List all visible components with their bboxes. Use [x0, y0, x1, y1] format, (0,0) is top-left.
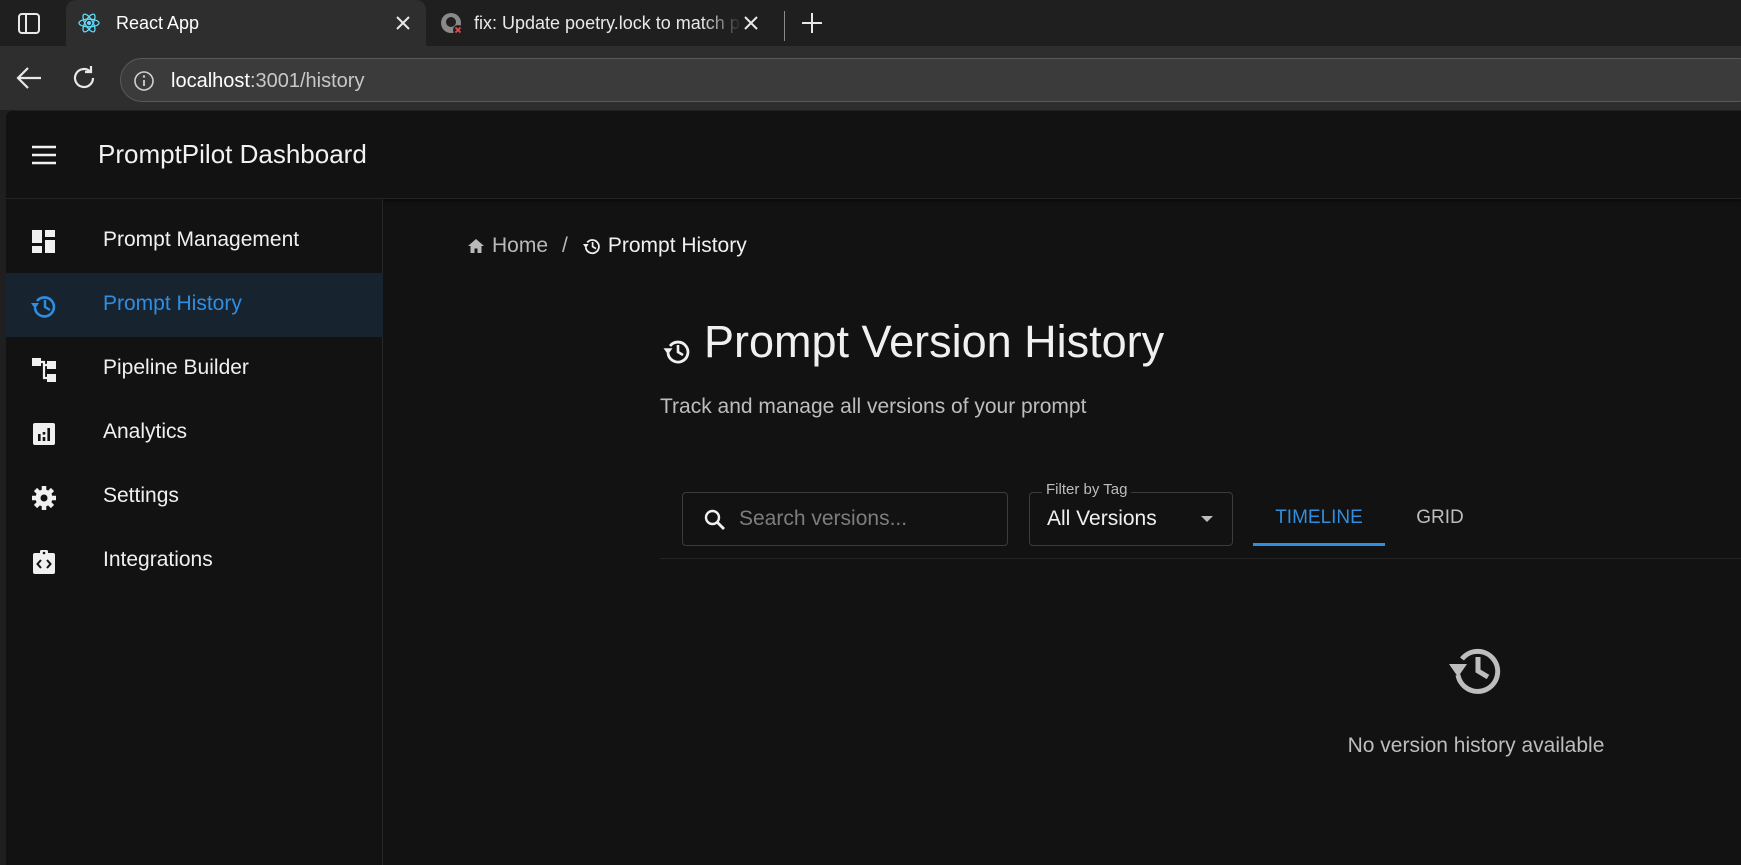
history-icon	[30, 292, 58, 320]
tag-filter-value: All Versions	[1047, 507, 1157, 530]
sidebar-item-label: Integrations	[103, 548, 213, 571]
page-title: Prompt Version History	[704, 316, 1165, 367]
tab-timeline[interactable]: TIMELINE	[1253, 492, 1385, 546]
tab-divider	[784, 11, 785, 41]
sidebar-item-prompt-management[interactable]: Prompt Management	[6, 209, 383, 273]
browser-tab-strip: React App fix: Update poetry.lock to mat…	[0, 0, 1741, 46]
address-bar[interactable]: localhost:3001/history	[120, 58, 1741, 102]
analytics-icon	[30, 420, 58, 448]
tag-filter-label: Filter by Tag	[1042, 481, 1132, 498]
sidebar-item-label: Settings	[103, 484, 179, 507]
tab-actions-icon[interactable]	[16, 11, 44, 37]
plus-icon[interactable]	[798, 9, 826, 37]
search-field[interactable]	[682, 492, 1008, 546]
account-tree-icon	[30, 356, 58, 384]
sidebar-item-label: Analytics	[103, 420, 188, 443]
search-input[interactable]	[739, 503, 995, 535]
breadcrumb: Home / Prompt History	[466, 231, 747, 261]
integration-icon	[30, 548, 58, 576]
close-icon[interactable]	[742, 14, 760, 32]
history-toolbar: Filter by Tag All Versions TIMELINE GRID	[660, 479, 1741, 559]
tab-grid[interactable]: GRID	[1395, 492, 1485, 546]
tab-title: fix: Update poetry.lock to match p	[474, 13, 740, 33]
close-icon[interactable]	[394, 14, 412, 32]
reload-icon[interactable]	[70, 64, 98, 92]
sidebar-item-prompt-history[interactable]: Prompt History	[6, 273, 383, 337]
app-title: PromptPilot Dashboard	[98, 139, 367, 169]
sidebar-item-label: Prompt Management	[103, 228, 300, 251]
dropdown-arrow-icon	[1200, 514, 1214, 524]
history-icon	[662, 336, 692, 366]
react-icon	[78, 12, 100, 34]
url-text: localhost:3001/history	[171, 70, 364, 93]
sidebar-item-settings[interactable]: Settings	[6, 465, 383, 529]
browser-toolbar: localhost:3001/history	[0, 46, 1741, 110]
breadcrumb-home[interactable]: Home	[466, 234, 548, 258]
url-path: :3001/history	[249, 70, 365, 92]
sidebar-item-pipeline-builder[interactable]: Pipeline Builder	[6, 337, 383, 401]
sidebar-item-label: Prompt History	[103, 292, 242, 315]
history-icon	[582, 236, 602, 256]
sidebar-item-label: Pipeline Builder	[103, 356, 249, 379]
menu-icon[interactable]	[30, 142, 58, 168]
back-arrow-icon[interactable]	[14, 64, 44, 92]
breadcrumb-current: Prompt History	[582, 234, 747, 258]
tag-filter-select[interactable]: Filter by Tag All Versions	[1029, 481, 1233, 546]
page-subtitle: Track and manage all versions of your pr…	[660, 395, 1087, 418]
history-icon	[1446, 640, 1506, 700]
url-host: localhost	[171, 70, 250, 92]
sidebar: Prompt Management Prompt History Pipelin…	[6, 199, 383, 865]
sidebar-item-analytics[interactable]: Analytics	[6, 401, 383, 465]
breadcrumb-separator: /	[562, 234, 568, 257]
dashboard-icon	[30, 228, 58, 256]
info-icon[interactable]	[133, 70, 155, 92]
breadcrumb-home-label: Home	[492, 234, 549, 257]
sidebar-item-integrations[interactable]: Integrations	[6, 529, 383, 593]
browser-tab-github[interactable]: fix: Update poetry.lock to match p	[428, 0, 774, 46]
tab-title: React App	[116, 13, 200, 33]
gear-icon	[30, 484, 58, 512]
page-viewport: PromptPilot Dashboard Prompt Management …	[6, 111, 1741, 865]
browser-tab-react-app[interactable]: React App	[66, 0, 426, 46]
app-bar: PromptPilot Dashboard	[6, 111, 1741, 199]
empty-state-message: No version history available	[1347, 734, 1605, 757]
breadcrumb-current-label: Prompt History	[607, 234, 747, 257]
search-icon	[703, 508, 727, 532]
github-icon	[440, 12, 463, 35]
home-icon	[466, 236, 486, 256]
